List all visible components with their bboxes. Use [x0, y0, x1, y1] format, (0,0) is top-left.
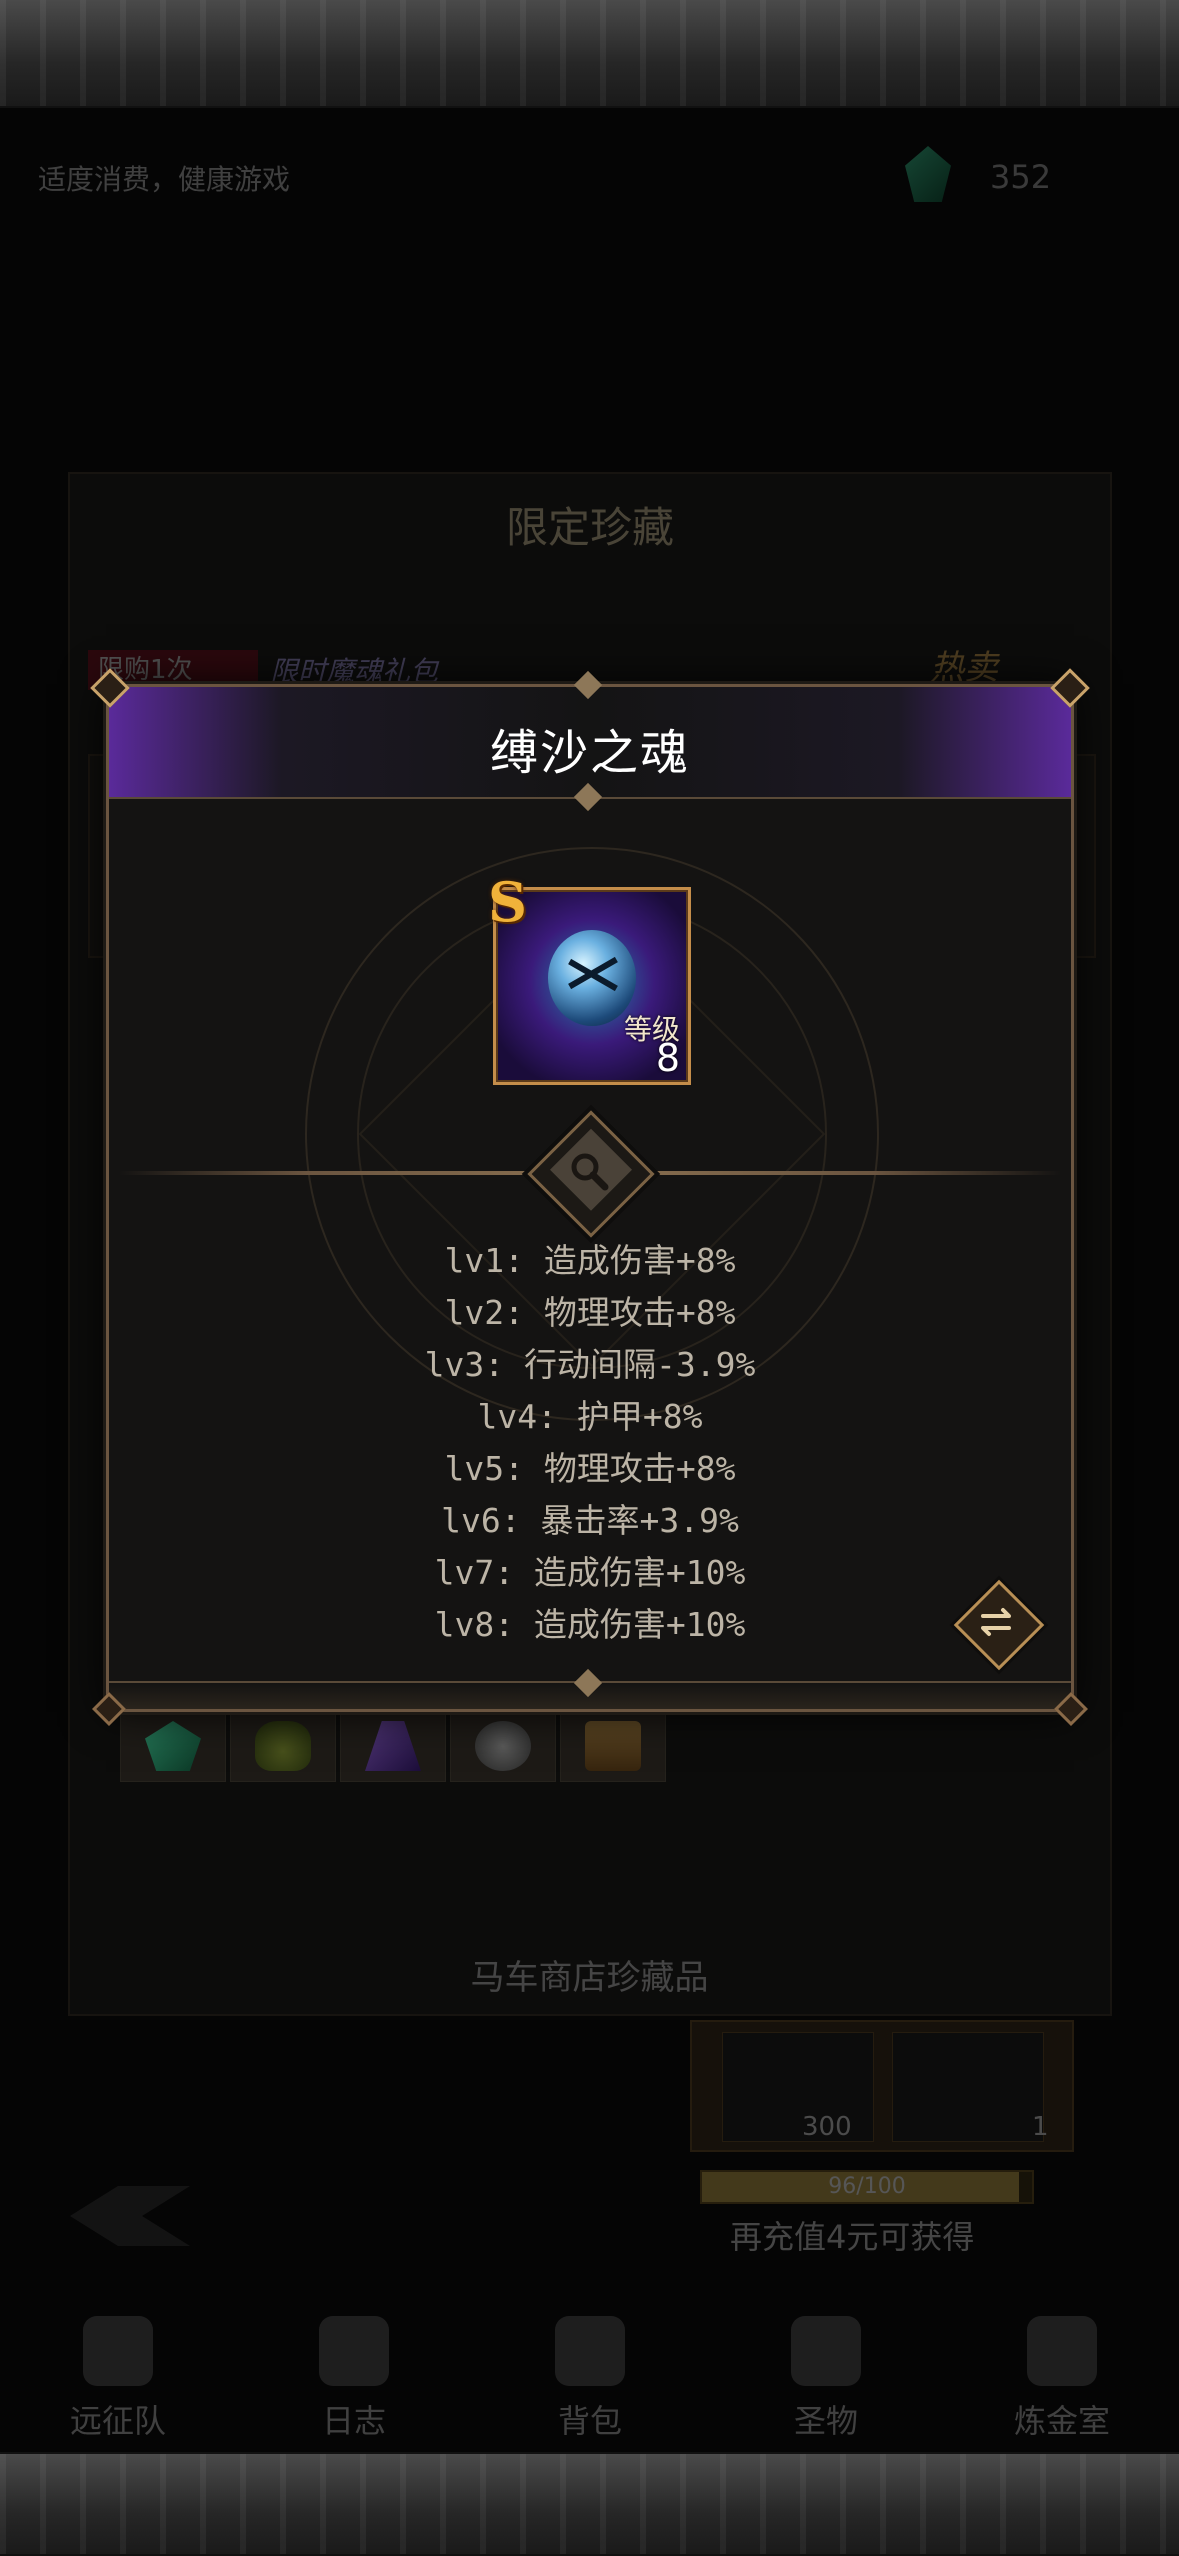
shop-name: 马车商店珍藏品 — [470, 1958, 709, 1998]
stat-line: lv8: 造成伤害+10% — [434, 1605, 746, 1644]
reward-box: 300 1 — [690, 2020, 1074, 2152]
nav-label: 圣物 — [793, 2402, 858, 2440]
panel-title: 限定珍藏 — [505, 503, 674, 552]
soul-orb-icon — [548, 930, 636, 1026]
magnifier-icon[interactable] — [565, 1147, 613, 1195]
stat-line: lv2: 物理攻击+8% — [444, 1293, 736, 1332]
reward-count: 1 — [1032, 2112, 1049, 2142]
nav-item-expedition[interactable]: 远征队 — [0, 2296, 236, 2456]
alchemy-icon — [1027, 2316, 1097, 2386]
helmet-icon — [83, 2316, 153, 2386]
reward-count: 300 — [802, 2112, 852, 2142]
stat-line: lv3: 行动间隔-3.9% — [424, 1345, 756, 1384]
bottom-nav: 远征队 日志 背包 圣物 炼金室 — [0, 2296, 1179, 2456]
pack-item[interactable] — [120, 1708, 226, 1782]
item-card[interactable]: S 等级 8 — [488, 870, 691, 1085]
recharge-hint: 再充值4元可获得 — [730, 2218, 975, 2256]
swap-arrows-icon[interactable] — [971, 1597, 1021, 1647]
crystal-icon — [365, 1721, 421, 1771]
coin-icon — [475, 1721, 531, 1771]
nav-label: 炼金室 — [1013, 2402, 1110, 2440]
pack-item[interactable] — [560, 1708, 666, 1782]
nav-label: 背包 — [557, 2402, 622, 2440]
nav-item-log[interactable]: 日志 — [236, 2296, 472, 2456]
bottom-ornament-bar — [0, 2452, 1179, 2556]
bag-icon — [555, 2316, 625, 2386]
nav-item-relic[interactable]: 圣物 — [708, 2296, 944, 2456]
gem-icon — [145, 1721, 201, 1771]
nav-item-bag[interactable]: 背包 — [472, 2296, 708, 2456]
gem-icon — [905, 146, 951, 202]
item-name: 缚沙之魂 — [489, 725, 690, 781]
nav-item-alchemy[interactable]: 炼金室 — [944, 2296, 1179, 2456]
level-value: 8 — [655, 1036, 680, 1080]
top-bar: 适度消费，健康游戏 352 — [0, 106, 1179, 252]
pack-item[interactable] — [340, 1708, 446, 1782]
relic-icon — [791, 2316, 861, 2386]
nav-label: 远征队 — [69, 2402, 166, 2440]
scroll-icon — [319, 2316, 389, 2386]
hot-label: 热卖 — [930, 648, 998, 688]
rank-badge: S — [488, 870, 527, 934]
back-arrow-icon[interactable] — [70, 2186, 190, 2246]
stat-line: lv6: 暴击率+3.9% — [441, 1501, 739, 1540]
stat-line: lv1: 造成伤害+8% — [444, 1241, 736, 1280]
header-gem-ornament — [573, 782, 603, 812]
pack-item[interactable] — [450, 1708, 556, 1782]
pack-item[interactable] — [230, 1708, 336, 1782]
modal-header: 缚沙之魂 — [90, 668, 1090, 812]
pack-item-strip — [120, 1708, 666, 1782]
health-tip: 适度消费，健康游戏 — [38, 163, 291, 196]
potion-icon — [255, 1721, 311, 1771]
level-stats-list: lv1: 造成伤害+8% lv2: 物理攻击+8% lv3: 行动间隔-3.9%… — [109, 1235, 1071, 1651]
item-detail-modal: 缚沙之魂 S 等级 8 lv1: 造成伤害+8% lv2: 物理攻击+8% lv… — [90, 668, 1090, 1726]
stat-line: lv4: 护甲+8% — [477, 1397, 703, 1436]
currency-count: 352 — [990, 158, 1052, 196]
top-ornament-bar — [0, 0, 1179, 108]
stat-line: lv7: 造成伤害+10% — [434, 1553, 746, 1592]
progress-text: 96/100 — [828, 2174, 906, 2199]
reward-slot — [892, 2032, 1044, 2142]
nav-label: 日志 — [321, 2402, 386, 2440]
stat-line: lv5: 物理攻击+8% — [444, 1449, 736, 1488]
recharge-progress-bar: 96/100 — [700, 2170, 1034, 2204]
chest-icon — [585, 1721, 641, 1771]
